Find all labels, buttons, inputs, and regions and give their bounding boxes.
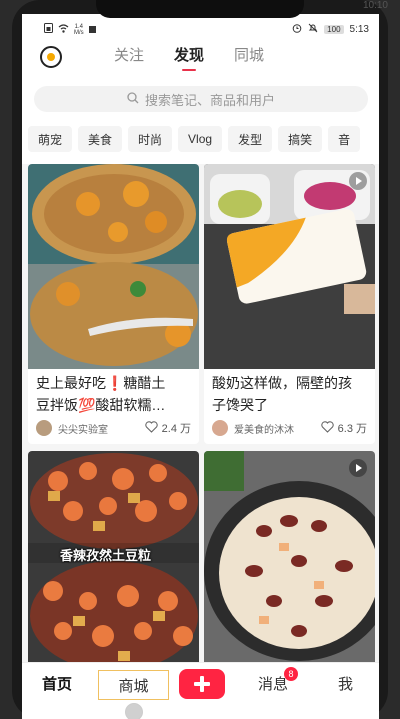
author-name[interactable]: 爱美食的沐沐 bbox=[234, 421, 294, 436]
touch-indicator bbox=[125, 703, 143, 719]
card-image bbox=[204, 451, 375, 669]
app-logo-icon[interactable] bbox=[40, 46, 62, 68]
like-count: 6.3 万 bbox=[337, 423, 367, 435]
category-chip[interactable]: 时尚 bbox=[128, 126, 173, 152]
like-count: 2.4 万 bbox=[161, 423, 191, 435]
alarm-icon bbox=[292, 23, 302, 36]
search-bar[interactable]: 搜索笔记、商品和用户 bbox=[34, 86, 368, 112]
like-button[interactable]: 6.3 万 bbox=[320, 420, 367, 436]
card-image bbox=[28, 164, 199, 369]
card-meta: 爱美食的沐沐 6.3 万 bbox=[212, 420, 367, 436]
category-chip[interactable]: 发型 bbox=[228, 126, 273, 152]
nav-me[interactable]: 我 bbox=[338, 673, 353, 694]
top-bar: 关注 发现 同城 bbox=[22, 40, 379, 74]
feed-card[interactable] bbox=[204, 451, 375, 669]
bottom-nav: 首页 商城 消息 8 我 bbox=[22, 662, 379, 719]
search-placeholder: 搜索笔记、商品和用户 bbox=[144, 92, 275, 108]
category-chip[interactable]: 音 bbox=[328, 126, 361, 152]
sim-icon bbox=[44, 23, 53, 36]
mute-icon bbox=[308, 23, 318, 36]
tab-discover[interactable]: 发现 bbox=[174, 44, 204, 71]
category-chip[interactable]: 美食 bbox=[78, 126, 123, 152]
card-image bbox=[204, 164, 375, 369]
avatar[interactable] bbox=[212, 420, 228, 436]
card-meta: 尖尖实验室 2.4 万 bbox=[36, 420, 191, 436]
tab-nearby[interactable]: 同城 bbox=[234, 44, 264, 71]
heart-icon bbox=[144, 420, 158, 436]
background-clock: 10:10 bbox=[362, 0, 388, 11]
category-chip[interactable]: 搞笑 bbox=[278, 126, 323, 152]
category-bar: 萌宠 美食 时尚 Vlog 发型 搞笑 音 bbox=[22, 126, 379, 158]
feed-card[interactable]: 史上最好吃❗糖醋土 豆拌饭💯酸甜软糯… 尖尖实验室 2.4 万 bbox=[28, 164, 199, 444]
category-chip[interactable]: Vlog bbox=[178, 126, 223, 152]
card-title: 酸奶这样做，隔壁的孩 子馋哭了 bbox=[212, 375, 352, 413]
nav-home[interactable]: 首页 bbox=[42, 673, 72, 694]
nav-mall[interactable]: 商城 bbox=[98, 670, 169, 700]
author-name[interactable]: 尖尖实验室 bbox=[58, 421, 108, 436]
feed-grid: 史上最好吃❗糖醋土 豆拌饭💯酸甜软糯… 尖尖实验室 2.4 万 酸奶这样做，隔壁… bbox=[22, 164, 379, 669]
avatar[interactable] bbox=[36, 420, 52, 436]
message-badge: 8 bbox=[284, 667, 299, 681]
tab-following[interactable]: 关注 bbox=[114, 44, 144, 71]
network-speed: 1.4 M/s bbox=[74, 23, 84, 36]
feed-card[interactable]: 酸奶这样做，隔壁的孩 子馋哭了 爱美食的沐沐 6.3 万 bbox=[204, 164, 375, 444]
heart-icon bbox=[320, 420, 334, 436]
nav-messages[interactable]: 消息 8 bbox=[258, 667, 299, 694]
image-caption: 香辣孜然土豆粒 bbox=[60, 548, 152, 563]
category-chip[interactable]: 萌宠 bbox=[28, 126, 73, 152]
add-post-button[interactable] bbox=[179, 669, 225, 699]
wifi-icon bbox=[58, 23, 69, 36]
feed-card[interactable]: 香辣孜然土豆粒 bbox=[28, 451, 199, 669]
status-time: 5:13 bbox=[349, 24, 369, 35]
like-button[interactable]: 2.4 万 bbox=[144, 420, 191, 436]
nav-messages-label: 消息 bbox=[258, 676, 289, 693]
phone-notch bbox=[96, 0, 304, 18]
feed-tabs: 关注 发现 同城 bbox=[114, 44, 264, 71]
app-screen: 1.4 M/s 100 5:13 关注 发现 同城 搜索笔记、商品和用户 萌宠 … bbox=[22, 14, 379, 719]
search-icon bbox=[127, 91, 139, 107]
card-title: 史上最好吃❗糖醋土 豆拌饭💯酸甜软糯… bbox=[36, 375, 166, 413]
battery-level: 100 bbox=[324, 25, 344, 34]
video-indicator-icon bbox=[349, 172, 367, 190]
notification-icon bbox=[88, 26, 96, 33]
video-indicator-icon bbox=[349, 459, 367, 477]
